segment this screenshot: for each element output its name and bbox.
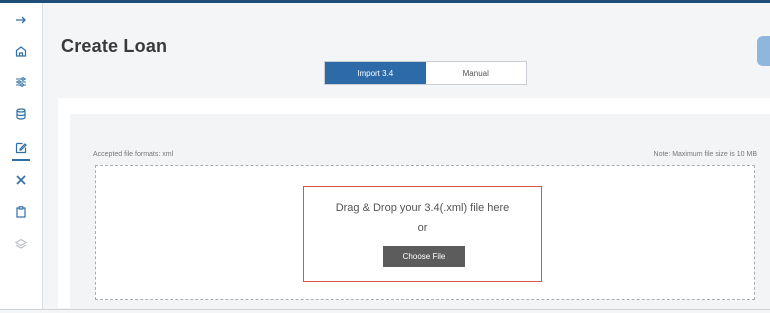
sidebar-item-settings[interactable] (0, 67, 42, 97)
edit-icon (15, 142, 27, 154)
layers-icon (14, 238, 28, 249)
sidebar-item-clipboard[interactable] (0, 197, 42, 227)
tools-icon (16, 175, 26, 185)
sidebar-item-tools[interactable] (0, 165, 42, 195)
highlight-box (303, 186, 542, 282)
bottom-divider (0, 309, 770, 310)
sidebar-expand[interactable] (0, 5, 42, 35)
sidebar (0, 3, 43, 309)
top-accent-bar (0, 0, 770, 3)
page-title: Create Loan (61, 36, 168, 56)
sidebar-item-database[interactable] (0, 99, 42, 129)
tab-import-3-4[interactable]: Import 3.4 (325, 62, 426, 84)
file-size-note: Note: Maximum file size is 10 MB (653, 151, 757, 158)
sidebar-item-layers[interactable] (0, 229, 42, 259)
home-icon (15, 46, 27, 57)
clipboard-icon (16, 206, 26, 218)
or-separator: or (417, 222, 428, 234)
import-mode-toggle: Import 3.4 Manual (324, 61, 527, 85)
database-icon (16, 108, 26, 120)
choose-file-button[interactable]: Choose File (383, 246, 465, 267)
sliders-icon (16, 77, 26, 87)
arrow-right-icon (16, 16, 26, 24)
header-action-button[interactable] (757, 36, 770, 66)
sidebar-item-home[interactable] (0, 36, 42, 66)
tab-manual[interactable]: Manual (426, 62, 527, 84)
sidebar-item-create-loan[interactable] (0, 133, 42, 163)
accepted-formats-label: Accepted file formats: xml (93, 151, 174, 158)
drop-instructions: Drag & Drop your 3.4(.xml) file here (335, 202, 510, 214)
